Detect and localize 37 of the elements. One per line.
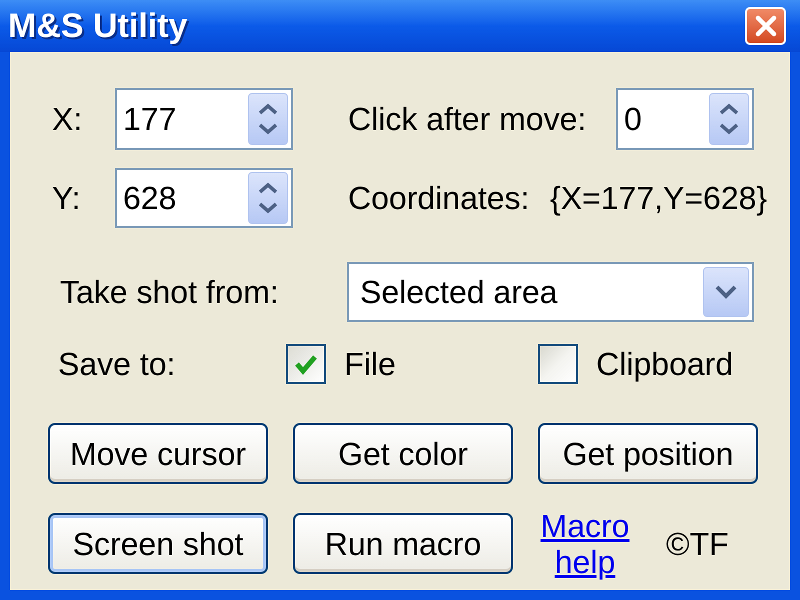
checkmark-icon	[294, 353, 318, 375]
checkbox[interactable]	[286, 344, 326, 384]
close-button[interactable]	[745, 7, 786, 45]
action-button[interactable]: Move cursor	[48, 423, 268, 484]
number-spinner[interactable]: 177	[115, 88, 293, 150]
chevron-down-icon	[719, 123, 739, 135]
checkbox-label: File	[344, 348, 396, 380]
macro-help-link[interactable]: Macro help	[532, 508, 638, 580]
chevron-up-icon	[719, 103, 739, 115]
chevron-down-icon	[258, 123, 278, 135]
copyright-text: ©TF	[666, 528, 729, 560]
spin-button[interactable]	[248, 172, 288, 224]
coordinates-value: {X=177,Y=628}	[550, 182, 768, 214]
close-icon	[754, 15, 776, 37]
checkbox[interactable]	[538, 344, 578, 384]
y-label: Y:	[52, 182, 82, 214]
chevron-up-icon	[258, 182, 278, 194]
action-button[interactable]: Get color	[293, 423, 513, 484]
checkbox-label: Clipboard	[596, 348, 734, 380]
chevron-down-icon	[715, 285, 737, 299]
take-shot-from-label: Take shot from:	[60, 276, 280, 308]
spin-button[interactable]	[248, 93, 288, 145]
action-button[interactable]: Run macro	[293, 513, 513, 574]
save-to-label: Save to:	[58, 348, 176, 380]
action-button[interactable]: Screen shot	[48, 513, 268, 574]
x-label: X:	[52, 103, 84, 135]
spin-button[interactable]	[709, 93, 749, 145]
chevron-down-icon	[258, 202, 278, 214]
coordinates-label: Coordinates:	[348, 182, 530, 214]
dropdown-button[interactable]	[703, 267, 749, 317]
click-after-move-label: Click after move:	[348, 103, 588, 135]
number-spinner[interactable]: 628	[115, 168, 293, 228]
chevron-up-icon	[258, 103, 278, 115]
window-title: M&S Utility	[8, 9, 188, 43]
number-spinner[interactable]: 0	[616, 88, 754, 150]
source-dropdown[interactable]: Selected area	[347, 262, 754, 322]
action-button[interactable]: Get position	[538, 423, 758, 484]
